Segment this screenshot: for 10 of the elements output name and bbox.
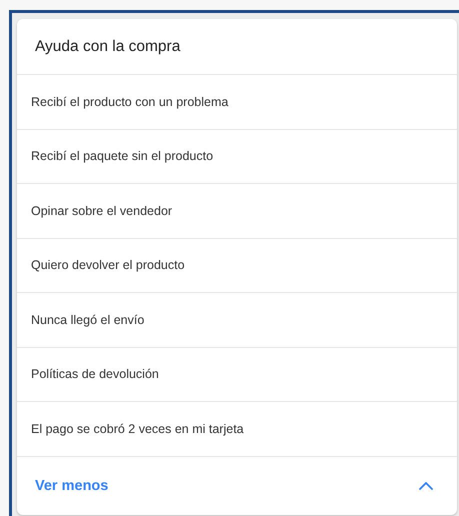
help-option[interactable]: Nunca llegó el envío bbox=[17, 293, 457, 348]
see-less-button[interactable]: Ver menos bbox=[17, 456, 457, 514]
help-option[interactable]: Recibí el producto con un problema bbox=[17, 75, 457, 130]
help-option[interactable]: Políticas de devolución bbox=[17, 348, 457, 402]
chevron-icon bbox=[419, 482, 433, 490]
help-option[interactable]: El pago se cobró 2 veces en mi tarjeta bbox=[17, 402, 457, 456]
help-option[interactable]: Recibí el paquete sin el producto bbox=[17, 130, 457, 184]
help-option[interactable]: Quiero devolver el producto bbox=[17, 238, 457, 293]
card-title: Ayuda con la compra bbox=[35, 38, 180, 56]
help-option[interactable]: Opinar sobre el vendedor bbox=[17, 184, 457, 238]
